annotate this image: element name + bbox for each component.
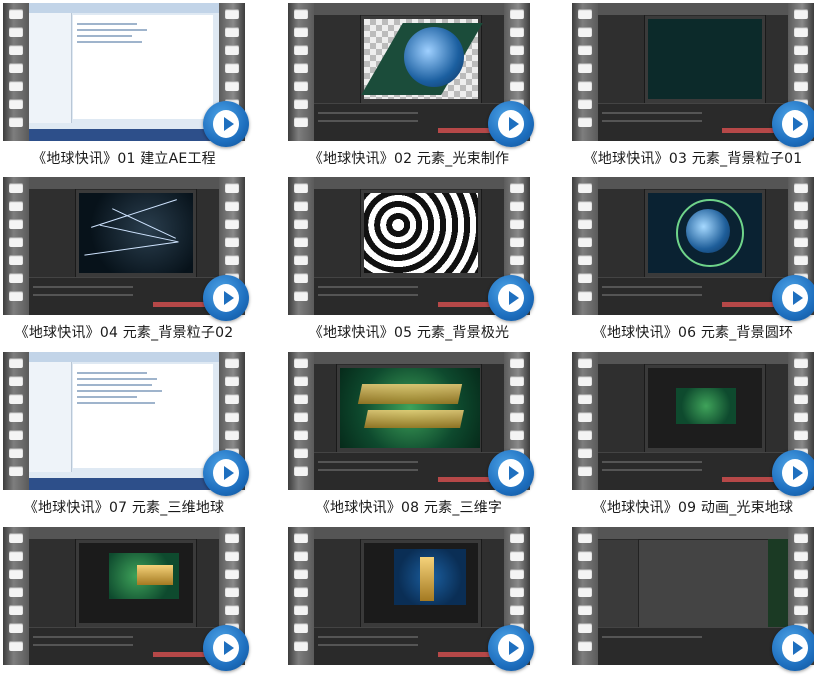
video-item-01[interactable]: 《地球快讯》01 建立AE工程	[3, 3, 249, 175]
thumbnail-screen	[29, 527, 219, 665]
thumbnail-screen	[314, 527, 504, 665]
video-item-08[interactable]: 《地球快讯》08 元素_三维字	[288, 352, 534, 524]
video-item-04[interactable]: 《地球快讯》04 元素_背景粒子02	[3, 177, 249, 349]
video-title[interactable]: 《地球快讯》01 建立AE工程	[0, 148, 255, 168]
play-circle-icon[interactable]	[203, 275, 249, 321]
film-strip-left	[3, 177, 29, 315]
video-grid: 《地球快讯》01 建立AE工程 《地球快讯》02 元素_光束制作 《地球快讯》0…	[0, 0, 814, 671]
thumbnail-screen	[29, 3, 219, 141]
thumbnail-screen	[314, 3, 504, 141]
play-circle-icon[interactable]	[772, 101, 814, 147]
play-circle-icon[interactable]	[203, 101, 249, 147]
thumbnail-screen	[598, 352, 788, 490]
film-strip-left	[288, 177, 314, 315]
film-strip-left	[572, 3, 598, 141]
thumbnail-screen	[598, 177, 788, 315]
film-strip-left	[3, 352, 29, 490]
thumbnail-screen	[29, 352, 219, 490]
film-strip-left	[572, 177, 598, 315]
play-circle-icon[interactable]	[203, 450, 249, 496]
play-circle-icon[interactable]	[488, 275, 534, 321]
film-strip-left	[288, 527, 314, 665]
video-title[interactable]: 《地球快讯》04 元素_背景粒子02	[0, 322, 255, 342]
video-title[interactable]: 《地球快讯》02 元素_光束制作	[278, 148, 540, 168]
play-circle-icon[interactable]	[203, 625, 249, 671]
thumbnail-screen	[314, 177, 504, 315]
thumbnail-screen	[598, 3, 788, 141]
video-title[interactable]: 《地球快讯》08 元素_三维字	[278, 497, 540, 517]
play-circle-icon[interactable]	[488, 101, 534, 147]
play-circle-icon[interactable]	[772, 275, 814, 321]
thumbnail-screen	[598, 527, 788, 665]
video-item-12[interactable]	[572, 527, 814, 699]
video-title[interactable]: 《地球快讯》09 动画_光束地球	[562, 497, 814, 517]
video-item-11[interactable]	[288, 527, 534, 699]
film-strip-left	[572, 527, 598, 665]
play-circle-icon[interactable]	[772, 450, 814, 496]
video-title[interactable]: 《地球快讯》05 元素_背景极光	[278, 322, 540, 342]
thumbnail-screen	[314, 352, 504, 490]
video-item-06[interactable]: 《地球快讯》06 元素_背景圆环	[572, 177, 814, 349]
film-strip-left	[3, 527, 29, 665]
film-strip-left	[288, 352, 314, 490]
video-title[interactable]: 《地球快讯》03 元素_背景粒子01	[562, 148, 814, 168]
video-item-07[interactable]: 《地球快讯》07 元素_三维地球	[3, 352, 249, 524]
film-strip-left	[3, 3, 29, 141]
play-circle-icon[interactable]	[772, 625, 814, 671]
thumbnail-screen	[29, 177, 219, 315]
play-circle-icon[interactable]	[488, 450, 534, 496]
video-item-02[interactable]: 《地球快讯》02 元素_光束制作	[288, 3, 534, 175]
film-strip-left	[572, 352, 598, 490]
play-circle-icon[interactable]	[488, 625, 534, 671]
video-item-10[interactable]	[3, 527, 249, 699]
video-item-03[interactable]: 《地球快讯》03 元素_背景粒子01	[572, 3, 814, 175]
video-title[interactable]: 《地球快讯》07 元素_三维地球	[0, 497, 255, 517]
video-title[interactable]: 《地球快讯》06 元素_背景圆环	[562, 322, 814, 342]
video-item-05[interactable]: 《地球快讯》05 元素_背景极光	[288, 177, 534, 349]
video-item-09[interactable]: 《地球快讯》09 动画_光束地球	[572, 352, 814, 524]
film-strip-left	[288, 3, 314, 141]
